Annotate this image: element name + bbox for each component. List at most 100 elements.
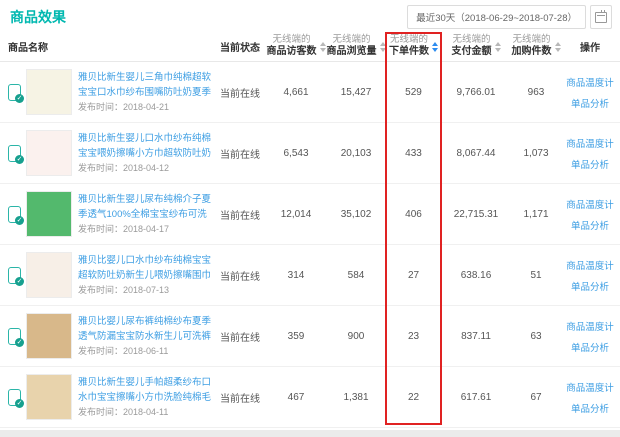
product-title-link[interactable]: 雅贝比新生婴儿三角巾纯棉超软宝宝口水巾纱布围嘴防吐奶夏季 — [78, 71, 212, 100]
single-item-analysis-link[interactable]: 单品分析 — [571, 401, 609, 415]
views-value: 584 — [326, 270, 386, 281]
product-thumbnail[interactable] — [26, 130, 72, 176]
ops-cell: 商品温度计 单品分析 — [561, 258, 619, 293]
table-row: ✓ 雅贝比新生婴儿尿布纯棉介子夏季透气100%全棉宝宝纱布可洗 发布时间：201… — [0, 184, 620, 245]
check-badge-icon: ✓ — [15, 94, 24, 103]
col-header-payment[interactable]: 无线端的 支付金额 — [441, 34, 511, 58]
publish-date: 发布时间：2018-07-13 — [78, 285, 169, 295]
table-row: ✓ 雅贝比新生婴儿口水巾纱布纯棉宝宝喂奶擦嘴小方巾超软防吐奶 发布时间：2018… — [0, 123, 620, 184]
product-title-link[interactable]: 雅贝比新生婴儿口水巾纱布纯棉宝宝喂奶擦嘴小方巾超软防吐奶 — [78, 132, 212, 161]
product-thermometer-link[interactable]: 商品温度计 — [566, 380, 614, 394]
mobile-online-icon: ✓ — [8, 389, 21, 406]
table-row: ✓ 雅贝比新生婴儿手帕超柔纱布口水巾宝宝擦嘴小方巾洗脸纯棉毛 发布时间：2018… — [0, 367, 620, 428]
product-thumbnail[interactable] — [26, 374, 72, 420]
mobile-online-icon: ✓ — [8, 328, 21, 345]
product-info: 雅贝比婴儿尿布裤纯棉纱布夏季透气防漏宝宝防水新生儿可洗裤 发布时间：2018-0… — [78, 315, 212, 357]
status-text: 当前在线 — [214, 85, 266, 100]
product-thermometer-link[interactable]: 商品温度计 — [566, 136, 614, 150]
col-header-payment-label: 支付金额 — [452, 46, 492, 59]
sort-cart-adds-icon[interactable] — [555, 42, 561, 52]
product-thermometer-link[interactable]: 商品温度计 — [566, 75, 614, 89]
single-item-analysis-link[interactable]: 单品分析 — [571, 340, 609, 354]
product-cell: ✓ 雅贝比新生婴儿手帕超柔纱布口水巾宝宝擦嘴小方巾洗脸纯棉毛 发布时间：2018… — [8, 374, 214, 420]
product-thumbnail[interactable] — [26, 313, 72, 359]
payment-value: 22,715.31 — [441, 209, 511, 220]
status-text: 当前在线 — [214, 146, 266, 161]
check-badge-icon: ✓ — [15, 277, 24, 286]
col-header-cart-adds[interactable]: 无线端的 加购件数 — [511, 34, 561, 58]
views-value: 20,103 — [326, 148, 386, 159]
col-header-cart-adds-prefix: 无线端的 — [512, 34, 552, 46]
col-header-status: 当前状态 — [214, 39, 266, 54]
status-text: 当前在线 — [214, 329, 266, 344]
check-badge-icon: ✓ — [15, 155, 24, 164]
publish-date: 发布时间：2018-04-12 — [78, 163, 169, 173]
orders-value: 406 — [386, 209, 441, 220]
product-info: 雅贝比婴儿口水巾纱布纯棉宝宝超软防吐奶新生儿喂奶擦嘴围巾 发布时间：2018-0… — [78, 254, 212, 296]
views-value: 35,102 — [326, 209, 386, 220]
visitors-value: 12,014 — [266, 209, 326, 220]
payment-value: 638.16 — [441, 270, 511, 281]
col-header-cart-adds-label: 加购件数 — [512, 46, 552, 59]
cart-adds-value: 51 — [511, 270, 561, 281]
sort-orders-icon[interactable] — [432, 42, 438, 52]
single-item-analysis-link[interactable]: 单品分析 — [571, 279, 609, 293]
cart-adds-value: 1,073 — [511, 148, 561, 159]
product-thermometer-link[interactable]: 商品温度计 — [566, 197, 614, 211]
product-thermometer-link[interactable]: 商品温度计 — [566, 258, 614, 272]
publish-date: 发布时间：2018-04-17 — [78, 224, 169, 234]
single-item-analysis-link[interactable]: 单品分析 — [571, 218, 609, 232]
col-header-visitors-label: 商品访客数 — [267, 46, 317, 59]
ops-cell: 商品温度计 单品分析 — [561, 197, 619, 232]
col-header-views-prefix: 无线端的 — [327, 34, 377, 46]
table-row: ✓ 雅贝比婴儿尿布裤纯棉纱布夏季透气防漏宝宝防水新生儿可洗裤 发布时间：2018… — [0, 306, 620, 367]
check-badge-icon: ✓ — [15, 399, 24, 408]
status-text: 当前在线 — [214, 207, 266, 222]
cart-adds-value: 1,171 — [511, 209, 561, 220]
sort-payment-icon[interactable] — [495, 42, 501, 52]
payment-value: 837.11 — [441, 331, 511, 342]
product-thumbnail[interactable] — [26, 252, 72, 298]
col-header-views[interactable]: 无线端的 商品浏览量 — [326, 34, 386, 58]
sort-views-icon[interactable] — [380, 42, 386, 52]
topbar: 商品效果 最近30天（2018-06-29~2018-07-28） — [0, 0, 620, 32]
visitors-value: 359 — [266, 331, 326, 342]
product-thumbnail[interactable] — [26, 69, 72, 115]
table-header-row: 商品名称 当前状态 无线端的 商品访客数 无线端的 商品浏览量 无线端的 下单件… — [0, 32, 620, 62]
product-thermometer-link[interactable]: 商品温度计 — [566, 319, 614, 333]
product-title-link[interactable]: 雅贝比婴儿口水巾纱布纯棉宝宝超软防吐奶新生儿喂奶擦嘴围巾 — [78, 254, 212, 283]
product-cell: ✓ 雅贝比婴儿尿布裤纯棉纱布夏季透气防漏宝宝防水新生儿可洗裤 发布时间：2018… — [8, 313, 214, 359]
calendar-button[interactable] — [590, 5, 612, 29]
views-value: 15,427 — [326, 87, 386, 98]
cart-adds-value: 63 — [511, 331, 561, 342]
check-badge-icon: ✓ — [15, 338, 24, 347]
publish-date: 发布时间：2018-06-11 — [78, 346, 168, 356]
single-item-analysis-link[interactable]: 单品分析 — [571, 96, 609, 110]
cart-adds-value: 963 — [511, 87, 561, 98]
mobile-online-icon: ✓ — [8, 145, 21, 162]
date-range-selector[interactable]: 最近30天（2018-06-29~2018-07-28） — [407, 5, 586, 29]
product-title-link[interactable]: 雅贝比新生婴儿尿布纯棉介子夏季透气100%全棉宝宝纱布可洗 — [78, 193, 212, 222]
product-info: 雅贝比新生婴儿口水巾纱布纯棉宝宝喂奶擦嘴小方巾超软防吐奶 发布时间：2018-0… — [78, 132, 212, 174]
mobile-online-icon: ✓ — [8, 84, 21, 101]
product-thumbnail[interactable] — [26, 191, 72, 237]
product-title-link[interactable]: 雅贝比新生婴儿手帕超柔纱布口水巾宝宝擦嘴小方巾洗脸纯棉毛 — [78, 376, 212, 405]
sort-visitors-icon[interactable] — [320, 42, 326, 52]
col-header-visitors[interactable]: 无线端的 商品访客数 — [266, 34, 326, 58]
col-header-orders-label: 下单件数 — [389, 46, 429, 59]
visitors-value: 4,661 — [266, 87, 326, 98]
product-cell: ✓ 雅贝比婴儿口水巾纱布纯棉宝宝超软防吐奶新生儿喂奶擦嘴围巾 发布时间：2018… — [8, 252, 214, 298]
ops-cell: 商品温度计 单品分析 — [561, 380, 619, 415]
table-row: ✓ 雅贝比新生婴儿三角巾纯棉超软宝宝口水巾纱布围嘴防吐奶夏季 发布时间：2018… — [0, 62, 620, 123]
status-text: 当前在线 — [214, 268, 266, 283]
table-body: ✓ 雅贝比新生婴儿三角巾纯棉超软宝宝口水巾纱布围嘴防吐奶夏季 发布时间：2018… — [0, 62, 620, 428]
product-title-link[interactable]: 雅贝比婴儿尿布裤纯棉纱布夏季透气防漏宝宝防水新生儿可洗裤 — [78, 315, 212, 344]
col-header-payment-prefix: 无线端的 — [452, 34, 492, 46]
table-row: ✓ 雅贝比婴儿口水巾纱布纯棉宝宝超软防吐奶新生儿喂奶擦嘴围巾 发布时间：2018… — [0, 245, 620, 306]
status-text: 当前在线 — [214, 390, 266, 405]
single-item-analysis-link[interactable]: 单品分析 — [571, 157, 609, 171]
col-header-views-label: 商品浏览量 — [327, 46, 377, 59]
col-header-ops: 操作 — [561, 39, 619, 54]
product-info: 雅贝比新生婴儿三角巾纯棉超软宝宝口水巾纱布围嘴防吐奶夏季 发布时间：2018-0… — [78, 71, 212, 113]
col-header-orders[interactable]: 无线端的 下单件数 — [386, 34, 441, 58]
